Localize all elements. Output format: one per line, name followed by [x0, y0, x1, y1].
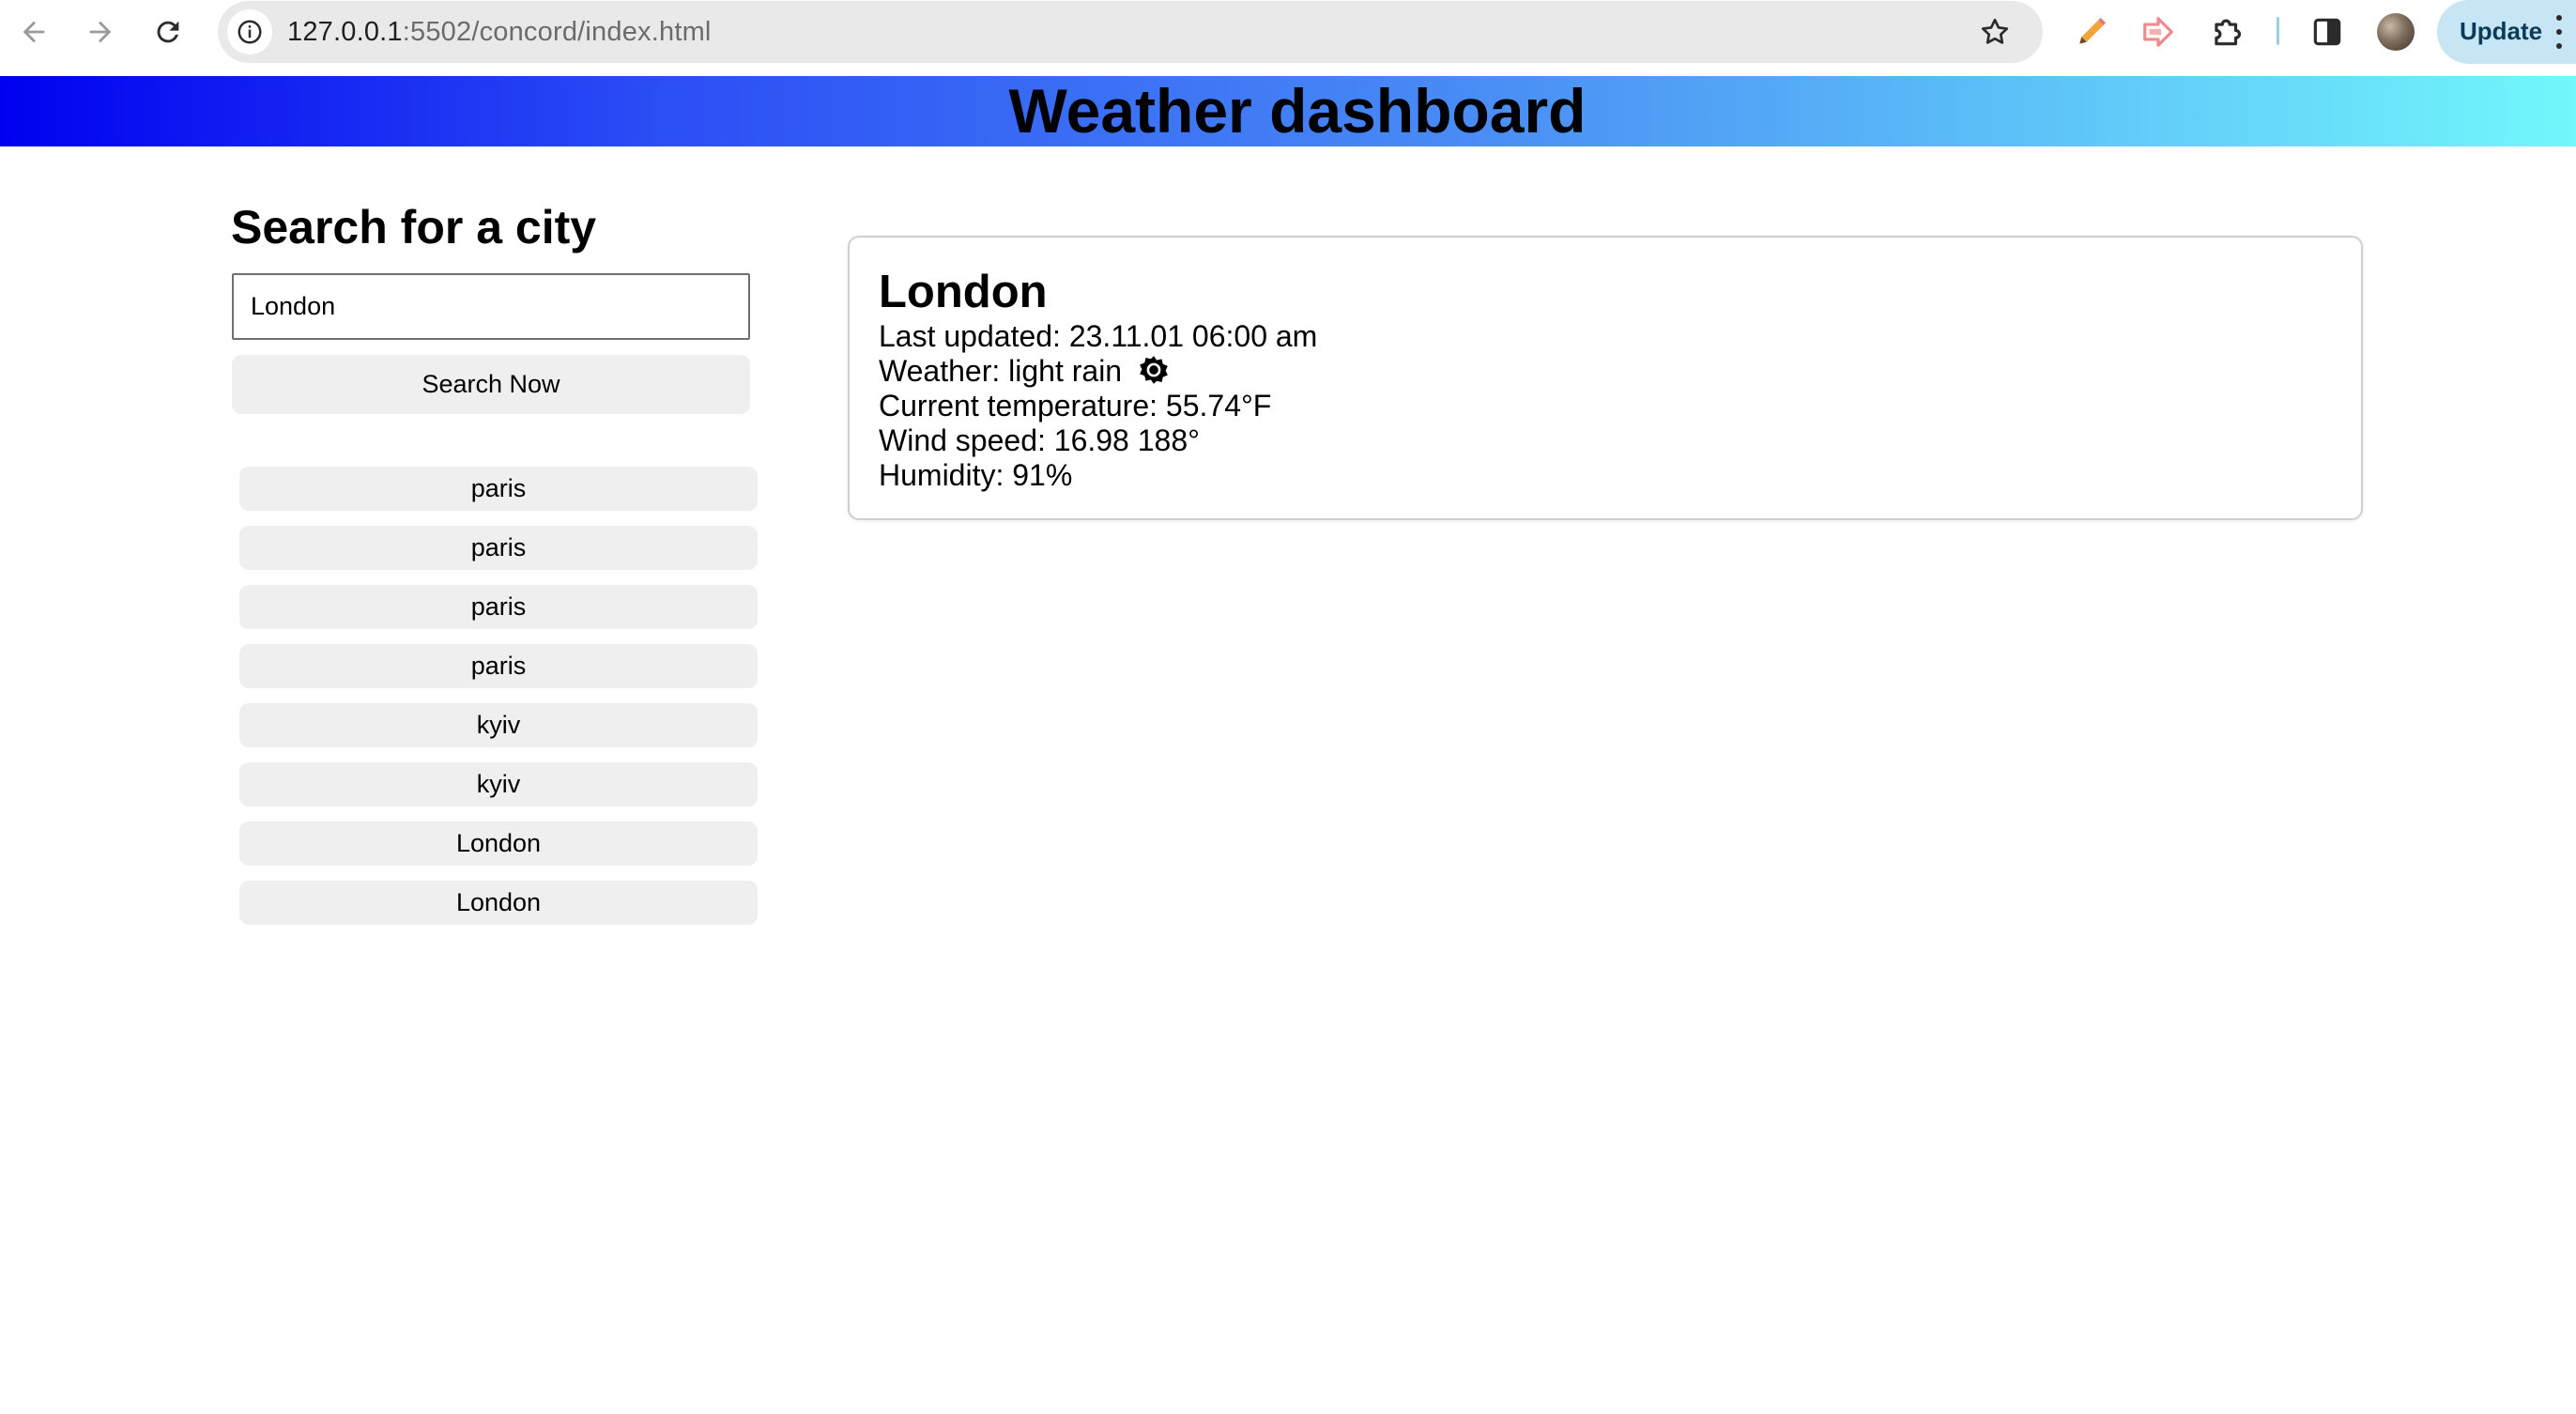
history-city-button[interactable]: kyiv	[239, 762, 758, 807]
url-path: :5502/concord/index.html	[402, 17, 712, 47]
info-icon	[238, 20, 262, 44]
profile-avatar[interactable]	[2377, 13, 2415, 51]
forward-button[interactable]	[82, 13, 119, 51]
last-updated-text: Last updated: 23.11.01 06:00 am	[879, 319, 1318, 353]
pencil-icon	[2079, 17, 2107, 44]
url-text: 127.0.0.1:5502/concord/index.html	[287, 16, 712, 48]
send-arrow-icon	[2143, 17, 2173, 47]
header-banner: Weather dashboard	[0, 76, 2576, 146]
history-city-button[interactable]: paris	[239, 467, 758, 511]
history-city-button[interactable]: London	[239, 822, 758, 866]
history-city-button[interactable]: paris	[239, 526, 758, 570]
extension-pencil-button[interactable]	[2071, 11, 2112, 53]
update-label: Update	[2460, 17, 2543, 45]
toolbar-divider	[2277, 17, 2279, 45]
more-menu-icon[interactable]	[2550, 15, 2568, 49]
weather-description-row: Weather: light rain	[879, 354, 1170, 389]
side-panel-button[interactable]	[2307, 11, 2348, 53]
sun-icon	[1140, 356, 1168, 384]
city-search-input[interactable]	[232, 273, 750, 340]
star-icon	[1981, 18, 2009, 44]
search-heading: Search for a city	[231, 201, 597, 254]
history-city-button[interactable]: kyiv	[239, 703, 758, 747]
url-host: 127.0.0.1	[287, 17, 403, 47]
puzzle-icon	[2215, 19, 2242, 46]
temperature-text: Current temperature: 55.74°F	[879, 389, 1272, 423]
side-panel-icon	[2313, 18, 2341, 46]
arrow-left-icon	[23, 21, 45, 43]
wind-speed-text: Wind speed: 16.98 188°	[879, 423, 1200, 457]
browser-toolbar: 127.0.0.1:5502/concord/index.html Update	[0, 0, 2576, 76]
history-city-button[interactable]: paris	[239, 644, 758, 688]
search-history-list: paris paris paris paris kyiv kyiv London London	[239, 467, 758, 940]
arrow-right-icon	[89, 21, 112, 43]
back-button[interactable]	[15, 13, 53, 51]
history-city-button[interactable]: London	[239, 881, 758, 925]
humidity-text: Humidity: 91%	[879, 458, 1073, 492]
reload-icon	[157, 21, 179, 43]
update-button[interactable]: Update	[2437, 0, 2576, 64]
reload-button[interactable]	[149, 13, 187, 51]
current-weather-card: London Last updated: 23.11.01 06:00 am W…	[848, 236, 2363, 520]
bookmark-button[interactable]	[1973, 10, 2016, 54]
current-city-name: London	[879, 267, 1048, 317]
site-info-button[interactable]	[227, 9, 272, 54]
address-bar[interactable]: 127.0.0.1:5502/concord/index.html	[218, 1, 2043, 63]
history-city-button[interactable]: paris	[239, 585, 758, 629]
extensions-button[interactable]	[2206, 11, 2247, 53]
search-now-button[interactable]: Search Now	[232, 355, 750, 414]
weather-description-text: Weather: light rain	[879, 354, 1123, 388]
extension-arrow-button[interactable]	[2138, 11, 2179, 53]
page-title: Weather dashboard	[1008, 76, 1587, 146]
